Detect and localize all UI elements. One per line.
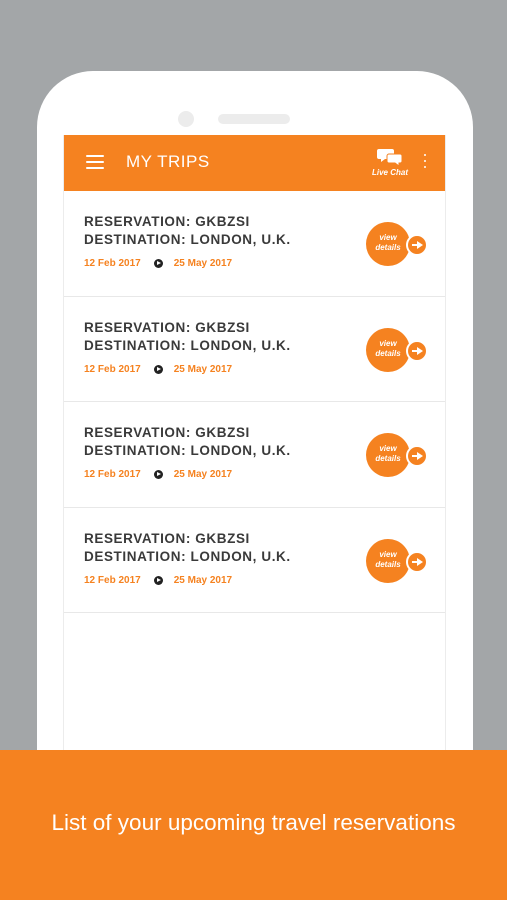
arrow-right-circle-icon xyxy=(406,550,428,573)
destination: DESTINATION: LONDON, U.K. xyxy=(84,232,291,247)
trip-item[interactable]: RESERVATION: GKBZSI DESTINATION: LONDON,… xyxy=(64,191,445,297)
end-date: 25 May 2017 xyxy=(173,469,233,481)
arrow-right-icon xyxy=(153,575,163,585)
trip-dates: 12 Feb 2017 25 May 2017 xyxy=(84,466,233,481)
view-details-label-1: view xyxy=(379,233,397,242)
view-details-label-1: view xyxy=(379,549,397,559)
view-details-label-1: view xyxy=(379,444,397,453)
live-chat-label: Live Chat xyxy=(371,168,408,177)
earpiece-speaker xyxy=(218,114,290,124)
start-date: 12 Feb 2017 xyxy=(84,258,141,270)
end-date: 25 May 2017 xyxy=(173,574,233,586)
view-details-badge: view details xyxy=(366,327,410,372)
promo-banner: List of your upcoming travel reservation… xyxy=(0,750,507,900)
view-details-badge: view details xyxy=(366,222,410,266)
view-details-badge: view details xyxy=(366,433,410,477)
end-date: 25 May 2017 xyxy=(173,258,233,270)
chat-bubbles-icon xyxy=(377,149,403,167)
app-bar: MY TRIPS Live Chat xyxy=(64,135,445,191)
view-details-button[interactable]: view details xyxy=(366,433,428,477)
arrow-right-circle-icon xyxy=(406,445,428,467)
view-details-button[interactable]: view details xyxy=(366,327,428,372)
menu-icon[interactable] xyxy=(86,155,104,169)
start-date: 12 Feb 2017 xyxy=(84,363,141,375)
trip-dates: 12 Feb 2017 25 May 2017 xyxy=(84,361,233,375)
trip-dates: 12 Feb 2017 25 May 2017 xyxy=(84,572,233,586)
more-vertical-icon[interactable] xyxy=(420,154,430,172)
trip-dates: 12 Feb 2017 25 May 2017 xyxy=(84,255,233,270)
arrow-right-icon xyxy=(153,259,163,269)
reservation-code: RESERVATION: GKBZSI xyxy=(84,214,250,229)
end-date: 25 May 2017 xyxy=(173,363,233,375)
banner-caption: List of your upcoming travel reservation… xyxy=(51,810,456,835)
arrow-right-icon xyxy=(153,364,163,374)
reservation-code: RESERVATION: GKBZSI xyxy=(84,530,250,546)
view-details-label-2: details xyxy=(375,559,401,569)
start-date: 12 Feb 2017 xyxy=(84,469,141,481)
destination: DESTINATION: LONDON, U.K. xyxy=(84,443,291,458)
view-details-label-1: view xyxy=(379,338,397,348)
front-camera xyxy=(178,111,194,127)
trip-item[interactable]: RESERVATION: GKBZSI DESTINATION: LONDON,… xyxy=(64,297,445,402)
trip-list: RESERVATION: GKBZSI DESTINATION: LONDON,… xyxy=(64,191,445,613)
view-details-button[interactable]: view details xyxy=(366,222,428,266)
trip-item[interactable]: RESERVATION: GKBZSI DESTINATION: LONDON,… xyxy=(64,402,445,508)
destination: DESTINATION: LONDON, U.K. xyxy=(84,548,291,564)
arrow-right-circle-icon xyxy=(406,339,428,362)
live-chat-button[interactable]: Live Chat xyxy=(370,147,410,183)
view-details-badge: view details xyxy=(366,538,410,583)
arrow-right-circle-icon xyxy=(406,234,428,256)
view-details-label-2: details xyxy=(375,454,401,463)
start-date: 12 Feb 2017 xyxy=(84,574,141,586)
view-details-button[interactable]: view details xyxy=(366,538,428,583)
arrow-right-icon xyxy=(153,470,163,480)
destination: DESTINATION: LONDON, U.K. xyxy=(84,337,291,353)
page-title: MY TRIPS xyxy=(126,152,210,171)
view-details-label-2: details xyxy=(375,348,401,358)
app-screen: MY TRIPS Live Chat RESERVATION: GKBZSI D… xyxy=(63,135,446,775)
view-details-label-2: details xyxy=(375,243,401,252)
reservation-code: RESERVATION: GKBZSI xyxy=(84,319,250,335)
trip-item[interactable]: RESERVATION: GKBZSI DESTINATION: LONDON,… xyxy=(64,508,445,613)
reservation-code: RESERVATION: GKBZSI xyxy=(84,425,250,440)
